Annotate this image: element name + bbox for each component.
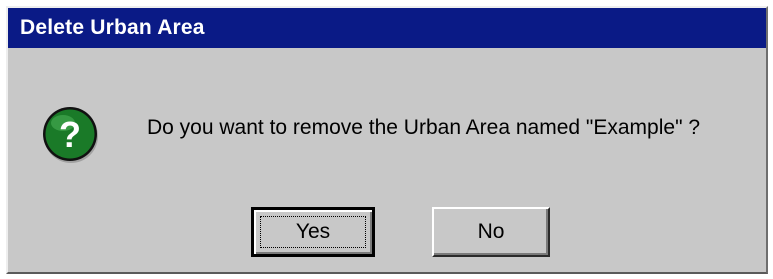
svg-text:?: ? [59,114,81,155]
dialog-title: Delete Urban Area [20,16,205,39]
yes-button[interactable]: Yes [251,207,375,257]
question-icon: ? [41,105,101,165]
no-button[interactable]: No [432,207,550,257]
dialog-title-bar: Delete Urban Area [8,8,766,48]
delete-urban-area-dialog: Delete Urban Area ? Do you want to remov… [6,6,768,274]
yes-button-label: Yes [260,216,366,248]
confirmation-message: Do you want to remove the Urban Area nam… [147,116,701,139]
